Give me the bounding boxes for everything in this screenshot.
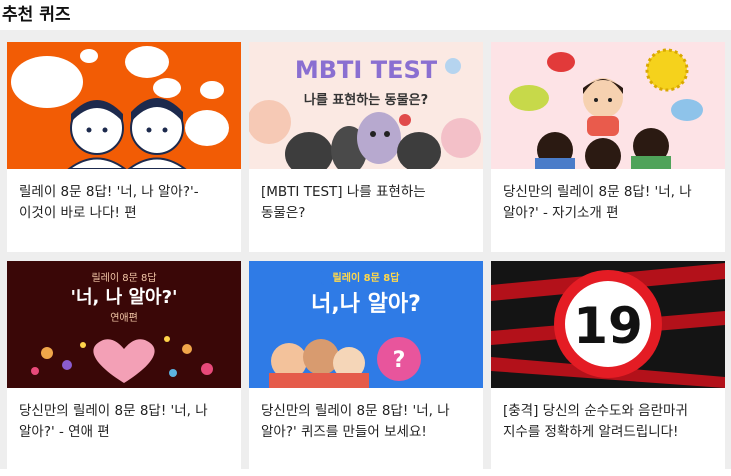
quiz-card-3[interactable]: 당신만의 릴레이 8문 8답! '너, 나 알아?' - 자기소개 편 bbox=[491, 42, 725, 252]
thumb-relay-top: 릴레이 8문 8답 bbox=[91, 271, 156, 284]
quiz-card-2[interactable]: MBTI TEST 나를 표현하는 동물은? [MBTI TEST] 나를 표현… bbox=[249, 42, 483, 252]
quiz-card-title: [충격] 당신의 순수도와 음란마귀 지수를 정확하게 알려드립니다! bbox=[503, 403, 688, 440]
quiz-thumbnail-5: 릴레이 8문 8답 너,나 알아? ? bbox=[249, 261, 483, 388]
thumb-mbti-headline: MBTI TEST bbox=[295, 56, 438, 84]
thumb-relay-top-5: 릴레이 8문 8답 bbox=[333, 271, 401, 284]
quiz-card-4[interactable]: 릴레이 8문 8답 '너, 나 알아?' 연애편 당신만의 릴레이 8문 8답!… bbox=[7, 261, 241, 476]
thumb-relay-sub: 연애편 bbox=[110, 312, 138, 324]
quiz-thumbnail-2: MBTI TEST 나를 표현하는 동물은? bbox=[249, 42, 483, 169]
quiz-grid: 릴레이 8문 8답! '너, 나 알아?'- 이것이 바로 나다! 편 MBTI… bbox=[0, 30, 731, 476]
quiz-card-title: 릴레이 8문 8답! '너, 나 알아?'- 이것이 바로 나다! 편 bbox=[19, 184, 199, 221]
quiz-card-title: [MBTI TEST] 나를 표현하는 동물은? bbox=[261, 184, 426, 221]
quiz-card-5[interactable]: 릴레이 8문 8답 너,나 알아? ? 당신만의 릴레이 8문 8답! '너, … bbox=[249, 261, 483, 476]
quiz-thumbnail-3 bbox=[491, 42, 725, 169]
thumb-relay-headline: '너, 나 알아?' bbox=[70, 287, 177, 308]
thumb-19-badge: 19 bbox=[573, 297, 643, 355]
quiz-thumbnail-6: 19 bbox=[491, 261, 725, 388]
quiz-thumbnail-1 bbox=[7, 42, 241, 169]
quiz-thumbnail-4: 릴레이 8문 8답 '너, 나 알아?' 연애편 bbox=[7, 261, 241, 388]
quiz-card-title: 당신만의 릴레이 8문 8답! '너, 나 알아?' - 자기소개 편 bbox=[503, 184, 692, 221]
quiz-card-6[interactable]: 19 [충격] 당신의 순수도와 음란마귀 지수를 정확하게 알려드립니다! bbox=[491, 261, 725, 476]
thumb-relay-headline-5: 너,나 알아? bbox=[311, 292, 421, 317]
quiz-card-title: 당신만의 릴레이 8문 8답! '너, 나 알아?' 퀴즈를 만들어 보세요! bbox=[261, 403, 450, 440]
svg-text:?: ? bbox=[393, 348, 406, 373]
thumb-mbti-sub: 나를 표현하는 동물은? bbox=[304, 92, 428, 108]
quiz-card-1[interactable]: 릴레이 8문 8답! '너, 나 알아?'- 이것이 바로 나다! 편 bbox=[7, 42, 241, 252]
page-title: 추천 퀴즈 bbox=[2, 5, 71, 25]
quiz-card-title: 당신만의 릴레이 8문 8답! '너, 나 알아?' - 연애 편 bbox=[19, 403, 208, 440]
